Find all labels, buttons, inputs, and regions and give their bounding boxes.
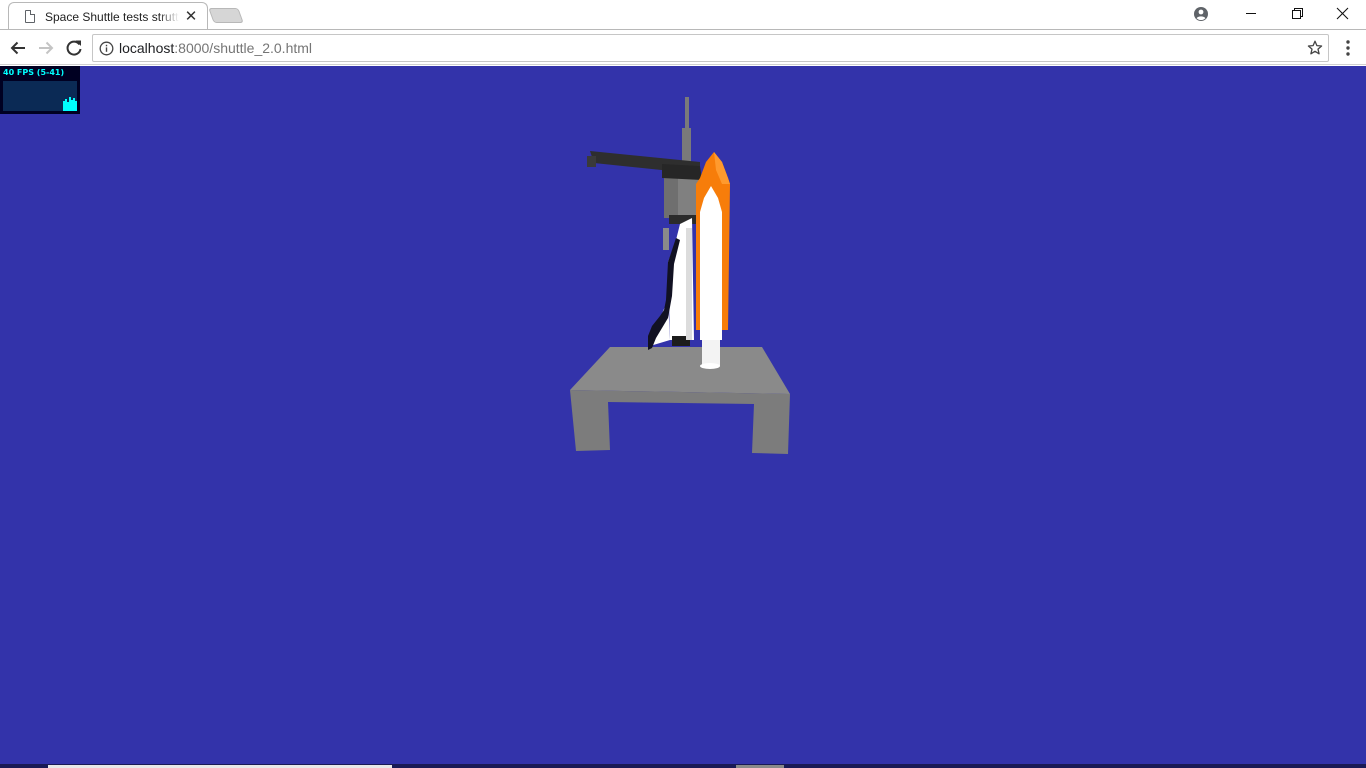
restore-button[interactable] — [1274, 0, 1320, 28]
tab-strip: Space Shuttle tests strutt ✕ — [0, 0, 1366, 30]
solid-rocket-booster — [700, 186, 722, 369]
star-icon[interactable] — [1306, 39, 1324, 57]
arrow-left-icon[interactable] — [6, 36, 30, 60]
url-path: :8000/shuttle_2.0.html — [174, 40, 313, 56]
close-icon — [1336, 7, 1349, 20]
close-window-button[interactable] — [1320, 0, 1366, 28]
minimize-icon — [1246, 13, 1256, 14]
restore-icon — [1292, 8, 1303, 19]
fps-stats-panel[interactable]: 40 FPS (5-41) — [0, 66, 80, 114]
new-tab-button[interactable] — [208, 8, 244, 23]
tab-close-button[interactable]: ✕ — [183, 8, 199, 25]
arrow-right-icon[interactable] — [34, 36, 58, 60]
tab-active[interactable]: Space Shuttle tests strutt ✕ — [8, 2, 208, 30]
fps-text: 40 FPS (5-41) — [3, 68, 65, 77]
webgl-canvas[interactable]: 40 FPS (5-41) — [0, 66, 1366, 768]
url-text: localhost:8000/shuttle_2.0.html — [119, 40, 312, 56]
reload-icon[interactable] — [62, 36, 86, 60]
more-vert-icon[interactable] — [1338, 37, 1358, 59]
address-bar[interactable]: localhost:8000/shuttle_2.0.html — [92, 34, 1329, 62]
fps-graph-bars — [63, 97, 77, 111]
url-host: localhost — [119, 40, 175, 56]
browser-toolbar: localhost:8000/shuttle_2.0.html — [0, 29, 1366, 65]
launch-pad — [570, 347, 790, 454]
orbiter — [648, 218, 694, 350]
bottom-edge — [0, 764, 1366, 768]
info-icon[interactable] — [99, 41, 114, 56]
shuttle-scene — [570, 97, 790, 454]
account-circle-icon[interactable] — [1192, 5, 1210, 23]
fps-graph — [3, 81, 77, 111]
page-icon — [25, 10, 35, 23]
tab-title: Space Shuttle tests strutt — [45, 10, 179, 24]
minimize-button[interactable] — [1228, 0, 1274, 28]
